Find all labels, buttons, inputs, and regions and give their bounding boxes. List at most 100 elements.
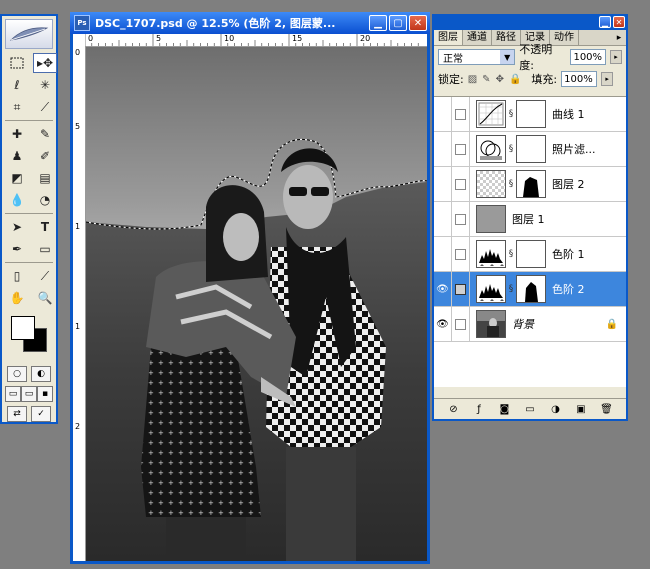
link-toggle[interactable] bbox=[452, 97, 470, 131]
layer-row[interactable]: § 曲线 1 bbox=[434, 97, 626, 132]
add-layer-style-icon[interactable]: ƒ bbox=[473, 403, 485, 415]
link-toggle[interactable] bbox=[452, 132, 470, 166]
palette-close-button[interactable]: ✕ bbox=[613, 16, 625, 28]
visibility-toggle[interactable] bbox=[434, 237, 452, 271]
crop-tool-icon[interactable]: ⌗ bbox=[5, 97, 29, 117]
layer-name: 图层 2 bbox=[552, 178, 585, 191]
pen-tool-icon[interactable]: ✒ bbox=[5, 239, 29, 259]
new-adjustment-layer-icon[interactable]: ◑ bbox=[550, 403, 562, 415]
visibility-toggle[interactable] bbox=[434, 132, 452, 166]
palette-menu-icon[interactable]: ▸ bbox=[612, 30, 626, 45]
layer-mask-thumbnail[interactable] bbox=[516, 275, 546, 303]
vertical-ruler[interactable]: 0 5 1 1 2 bbox=[73, 46, 86, 561]
gradient-tool-icon[interactable]: ▤ bbox=[33, 168, 57, 188]
visibility-toggle[interactable] bbox=[434, 202, 452, 236]
slice-tool-icon[interactable]: ⟋ bbox=[33, 97, 57, 117]
magic-wand-tool-icon[interactable]: ✳ bbox=[33, 75, 57, 95]
notes-tool-icon[interactable]: ▯ bbox=[5, 266, 29, 286]
type-tool-icon[interactable]: T bbox=[33, 217, 57, 237]
chain-link-icon: § bbox=[508, 109, 514, 119]
blend-mode-select[interactable]: 正常 ▼ bbox=[438, 49, 516, 65]
path-selection-tool-icon[interactable]: ➤ bbox=[5, 217, 29, 237]
link-toggle[interactable] bbox=[452, 202, 470, 236]
lock-all-icon[interactable]: 🔒 bbox=[509, 74, 521, 85]
mask-link-indicator-icon[interactable] bbox=[452, 272, 470, 306]
maximize-button[interactable]: ▢ bbox=[389, 15, 407, 31]
close-button[interactable]: ✕ bbox=[409, 15, 427, 31]
foreground-color-swatch[interactable] bbox=[11, 316, 35, 340]
move-tool-icon[interactable]: ▸✥ bbox=[33, 53, 57, 73]
layers-palette-footer: ⊘ ƒ ◙ ▭ ◑ ▣ 🗑 bbox=[434, 398, 626, 419]
dodge-tool-icon[interactable]: ◔ bbox=[33, 190, 57, 210]
standard-mode-icon[interactable]: ○ bbox=[7, 366, 27, 382]
link-toggle[interactable] bbox=[452, 307, 470, 341]
new-group-icon[interactable]: ▭ bbox=[524, 403, 536, 415]
screen-mode-full-menu-icon[interactable]: ▭ bbox=[21, 386, 37, 402]
layer-mask-thumbnail[interactable] bbox=[516, 135, 546, 163]
visibility-toggle[interactable] bbox=[434, 167, 452, 201]
add-mask-icon[interactable]: ◙ bbox=[499, 403, 511, 415]
lock-position-icon[interactable]: ✥ bbox=[496, 74, 504, 85]
palette-minimize-button[interactable]: ▁ bbox=[599, 16, 611, 28]
new-layer-icon[interactable]: ▣ bbox=[575, 403, 587, 415]
ruler-top-label: 20 bbox=[360, 34, 371, 43]
layer-row[interactable]: § 图层 2 bbox=[434, 167, 626, 202]
eye-icon[interactable]: 👁 bbox=[434, 272, 452, 306]
visibility-toggle[interactable] bbox=[434, 97, 452, 131]
minimize-button[interactable]: ▁ bbox=[369, 15, 387, 31]
brush-tool-icon[interactable]: ✎ bbox=[33, 124, 57, 144]
layer-mask-thumbnail[interactable] bbox=[516, 240, 546, 268]
layers-list: § 曲线 1 § 照片滤... § 图层 2 图层 1 § 色阶 1 👁 § 色… bbox=[434, 96, 626, 387]
photo-filter-adjustment-icon bbox=[476, 135, 506, 163]
lock-transparent-icon[interactable]: ▨ bbox=[468, 74, 477, 85]
lock-image-icon[interactable]: ✎ bbox=[482, 74, 490, 85]
screen-mode-standard-icon[interactable]: ▭ bbox=[5, 386, 21, 402]
quick-mask-mode-icon[interactable]: ◐ bbox=[31, 366, 51, 382]
jump-to-imageready-icon[interactable]: ⇄ bbox=[7, 406, 27, 422]
opacity-label: 不透明度: bbox=[519, 43, 553, 72]
marquee-tool-icon[interactable] bbox=[5, 53, 29, 73]
layer-mask-thumbnail[interactable] bbox=[516, 100, 546, 128]
link-layers-icon[interactable]: ⊘ bbox=[448, 403, 460, 415]
zoom-tool-icon[interactable]: 🔍 bbox=[33, 288, 57, 308]
document-title-bar[interactable]: Ps DSC_1707.psd @ 12.5% (色阶 2, 图层蒙... ▁ … bbox=[70, 12, 430, 34]
fill-slider-arrow-icon[interactable]: ▸ bbox=[601, 72, 614, 86]
layers-palette-title-bar[interactable]: ▁ ✕ bbox=[432, 14, 628, 30]
hand-tool-icon[interactable]: ✋ bbox=[5, 288, 29, 308]
tab-layers[interactable]: 图层 bbox=[434, 30, 463, 45]
delete-layer-icon[interactable]: 🗑 bbox=[600, 403, 613, 415]
eyedropper-tool-icon[interactable]: ⟋ bbox=[33, 266, 57, 286]
layer-row[interactable]: 👁 背景 🔒 bbox=[434, 307, 626, 342]
opacity-slider-arrow-icon[interactable]: ▸ bbox=[610, 50, 622, 64]
eye-icon[interactable]: 👁 bbox=[434, 307, 452, 341]
screen-mode-full-icon[interactable]: ▪ bbox=[37, 386, 53, 402]
layer-name: 背景 bbox=[512, 318, 534, 331]
chain-link-icon: § bbox=[508, 144, 514, 154]
layer-mask-thumbnail[interactable] bbox=[516, 170, 546, 198]
healing-brush-tool-icon[interactable]: ✚ bbox=[5, 124, 29, 144]
horizontal-ruler[interactable]: 0 5 10 15 20 bbox=[85, 34, 427, 47]
levels-adjustment-icon bbox=[476, 275, 506, 303]
layer-row-selected[interactable]: 👁 § 色阶 2 bbox=[434, 272, 626, 307]
edit-in-imageready-icon[interactable]: ✓ bbox=[31, 406, 51, 422]
shape-tool-icon[interactable]: ▭ bbox=[33, 239, 57, 259]
blur-tool-icon[interactable]: 💧 bbox=[5, 190, 29, 210]
link-toggle[interactable] bbox=[452, 167, 470, 201]
layer-row[interactable]: § 照片滤... bbox=[434, 132, 626, 167]
history-brush-tool-icon[interactable]: ✐ bbox=[33, 146, 57, 166]
clone-stamp-tool-icon[interactable]: ♟ bbox=[5, 146, 29, 166]
levels-adjustment-icon bbox=[476, 240, 506, 268]
opacity-field[interactable]: 100% bbox=[570, 49, 607, 65]
lasso-tool-icon[interactable]: ℓ bbox=[5, 75, 29, 95]
fill-field[interactable]: 100% bbox=[561, 71, 598, 87]
ruler-top-label: 5 bbox=[156, 34, 162, 43]
feather-logo-icon[interactable] bbox=[5, 19, 53, 49]
layer-row[interactable]: § 色阶 1 bbox=[434, 237, 626, 272]
image-canvas[interactable]: + bbox=[86, 47, 427, 561]
tab-paths[interactable]: 路径 bbox=[492, 30, 521, 45]
eraser-tool-icon[interactable]: ◩ bbox=[5, 168, 29, 188]
link-toggle[interactable] bbox=[452, 237, 470, 271]
chain-link-icon: § bbox=[508, 179, 514, 189]
layer-row[interactable]: 图层 1 bbox=[434, 202, 626, 237]
tab-channels[interactable]: 通道 bbox=[463, 30, 492, 45]
